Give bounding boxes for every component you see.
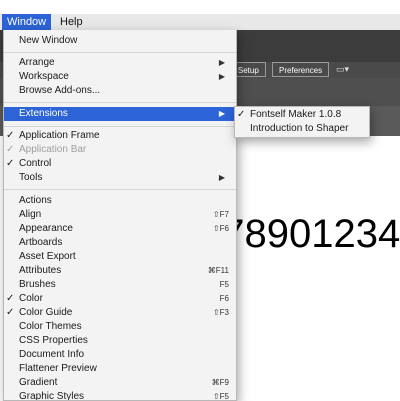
menu-item-extensions[interactable]: Extensions ▶	[4, 107, 236, 121]
menu-separator	[4, 189, 236, 190]
menu-item-label: Control	[19, 158, 52, 169]
submenu-arrow-icon: ▶	[218, 72, 225, 81]
menu-separator	[4, 126, 236, 127]
menu-item-panel[interactable]: ✓ Color F6	[4, 292, 236, 306]
menu-item-label: Browse Add-ons...	[19, 85, 101, 96]
menu-item-label: Introduction to Shaper	[250, 123, 349, 134]
menu-item-panel[interactable]: Attributes ⌘F11	[4, 264, 236, 278]
menu-item-label: Appearance	[19, 223, 73, 234]
menu-item-panel[interactable]: Graphic Styles ⇧F5	[4, 390, 236, 401]
menu-item-label: Application Frame	[19, 130, 100, 141]
menu-item-label: Align	[19, 209, 42, 220]
menu-item-panel[interactable]: Asset Export	[4, 250, 236, 264]
menu-item-label: CSS Properties	[19, 335, 88, 346]
menu-item-label: Graphic Styles	[19, 391, 85, 401]
menu-item-label: Fontself Maker 1.0.8	[250, 109, 342, 120]
menu-item-label: New Window	[19, 35, 78, 46]
menu-item-label: Asset Export	[19, 251, 76, 262]
checkmark-icon: ✓	[237, 109, 246, 120]
menu-item-new-window[interactable]: New Window	[4, 34, 236, 48]
submenu-arrow-icon: ▶	[218, 109, 225, 118]
menu-item-browse-addons[interactable]: Browse Add-ons...	[4, 84, 236, 98]
submenu-item-introduction-to-shaper[interactable]: Introduction to Shaper	[235, 122, 369, 136]
menu-separator	[4, 102, 236, 103]
menu-separator	[4, 52, 236, 53]
keyboard-shortcut: ⇧F7	[212, 210, 229, 219]
menu-item-arrange[interactable]: Arrange ▶	[4, 56, 236, 70]
menu-item-panel[interactable]: CSS Properties	[4, 334, 236, 348]
menu-item-panel[interactable]: Gradient ⌘F9	[4, 376, 236, 390]
checkmark-icon: ✓	[6, 307, 15, 318]
menu-item-panel[interactable]: Flattener Preview	[4, 362, 236, 376]
menu-bar: Window Help	[0, 0, 400, 31]
keyboard-shortcut: ⌘F11	[207, 266, 229, 275]
menu-item-label: Gradient	[19, 377, 58, 388]
menu-item-label: Extensions	[19, 108, 68, 119]
checkmark-icon: ✓	[6, 144, 15, 155]
keyboard-shortcut: F5	[219, 280, 229, 289]
checkmark-icon: ✓	[6, 130, 15, 141]
menu-item-panel[interactable]: Actions	[4, 194, 236, 208]
submenu-arrow-icon: ▶	[218, 58, 225, 67]
menu-window[interactable]: Window	[2, 14, 52, 30]
menu-item-label: Attributes	[19, 265, 62, 276]
menu-item-panel[interactable]: Artboards	[4, 236, 236, 250]
menu-help[interactable]: Help	[55, 14, 88, 30]
checkmark-icon: ✓	[6, 293, 15, 304]
submenu-item-fontself-maker[interactable]: ✓ Fontself Maker 1.0.8	[235, 108, 369, 122]
menu-item-label: Arrange	[19, 57, 55, 68]
menu-item-panel[interactable]: ✓ Color Guide ⇧F3	[4, 306, 236, 320]
preferences-button[interactable]: Preferences	[272, 62, 330, 77]
menu-item-label: Workspace	[19, 71, 69, 82]
checkmark-icon: ✓	[6, 158, 15, 169]
keyboard-shortcut: ⌘F9	[211, 378, 229, 387]
keyboard-shortcut: F6	[219, 294, 229, 303]
keyboard-shortcut: ⇧F6	[212, 224, 229, 233]
menu-item-label: Brushes	[19, 279, 56, 290]
menu-item-panel[interactable]: Brushes F5	[4, 278, 236, 292]
menu-item-panel[interactable]: Color Themes	[4, 320, 236, 334]
menu-item-panel[interactable]: Align ⇧F7	[4, 208, 236, 222]
menu-item-label: Color Guide	[19, 307, 73, 318]
extensions-submenu: ✓ Fontself Maker 1.0.8 Introduction to S…	[234, 106, 370, 138]
window-menu: New Window Arrange ▶ Workspace ▶ Browse …	[3, 30, 237, 401]
menu-item-label: Tools	[19, 172, 43, 183]
menu-item-application-bar: ✓ Application Bar	[4, 143, 236, 157]
submenu-arrow-icon: ▶	[218, 173, 225, 182]
menu-item-label: Flattener Preview	[19, 363, 97, 374]
menu-item-tools[interactable]: Tools ▶	[4, 171, 236, 185]
menu-item-label: Color Themes	[19, 321, 82, 332]
menu-item-label: Document Info	[19, 349, 85, 360]
menu-item-control[interactable]: ✓ Control	[4, 157, 236, 171]
menu-item-panel[interactable]: Appearance ⇧F6	[4, 222, 236, 236]
menu-item-label: Application Bar	[19, 144, 87, 155]
menu-item-label: Color	[19, 293, 43, 304]
menu-item-application-frame[interactable]: ✓ Application Frame	[4, 129, 236, 143]
menu-item-label: Actions	[19, 195, 52, 206]
menu-item-panel[interactable]: Document Info	[4, 348, 236, 362]
keyboard-shortcut: ⇧F3	[212, 308, 229, 317]
arrange-documents-icon[interactable]: ▭▾	[336, 62, 349, 77]
keyboard-shortcut: ⇧F5	[212, 392, 229, 401]
menu-item-label: Artboards	[19, 237, 63, 248]
menu-item-workspace[interactable]: Workspace ▶	[4, 70, 236, 84]
